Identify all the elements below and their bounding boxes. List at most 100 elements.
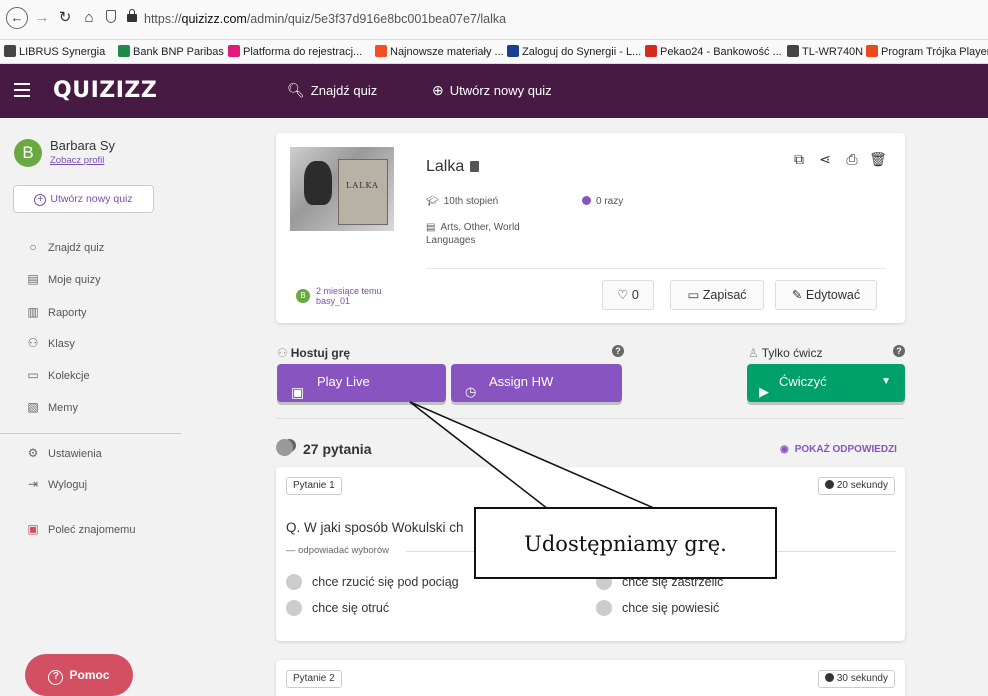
question-card: Pytanie 2 30 sekundy xyxy=(276,660,905,696)
quiz-subjects: ▤ Arts, Other, World Languages xyxy=(426,222,520,246)
find-quiz-link[interactable]: 🔍︎ Znajdź quiz xyxy=(287,82,377,99)
like-button[interactable]: ♡ 0 xyxy=(602,280,654,310)
chart-icon: ▥ xyxy=(27,305,39,319)
practice-help-icon[interactable]: ? xyxy=(893,345,905,357)
sidebar-item-refer[interactable]: ▣ Poleć znajomemu xyxy=(26,522,135,536)
create-quiz-button[interactable]: + Utwórz nowy quiz xyxy=(13,185,154,213)
questions-icon xyxy=(276,439,293,456)
save-button[interactable]: ▭ Zapisać xyxy=(670,280,764,310)
print-icon[interactable]: ⎙ xyxy=(842,151,862,168)
bookmarks-bar: LIBRUS Synergia Bank BNP Paribas Platforma… xyxy=(0,40,988,64)
user-name: Barbara Sy xyxy=(50,138,116,153)
gear-icon: ⚙ xyxy=(27,446,39,460)
bookmark-favicon-icon xyxy=(866,45,878,57)
bookmark-item[interactable]: Najnowsze materiały ... xyxy=(375,45,504,58)
radio-icon xyxy=(286,600,302,616)
answers-label: — odpowiadać wyborów xyxy=(286,545,389,556)
sidebar-item-collections[interactable]: ▭ Kolekcje xyxy=(26,368,89,382)
practice-label: ♙ Tylko ćwicz xyxy=(748,346,823,360)
reload-icon[interactable]: ↻ xyxy=(54,7,76,29)
practice-button[interactable]: ▶ Ćwiczyć ▼ xyxy=(747,364,905,402)
avatar[interactable]: B xyxy=(14,139,42,167)
bookmark-item[interactable]: Bank BNP Paribas xyxy=(118,45,224,58)
sidebar-item-settings[interactable]: ⚙ Ustawienia xyxy=(26,446,102,460)
create-quiz-link[interactable]: ⊕ Utwórz nowy quiz xyxy=(432,82,552,99)
pencil-icon: ✎ xyxy=(791,288,806,302)
assign-hw-button[interactable]: ◷ Assign HW xyxy=(451,364,622,402)
sidebar-item-reports[interactable]: ▥ Raporty xyxy=(26,305,86,319)
question-count: 27 pytania xyxy=(303,441,372,457)
play-live-button[interactable]: ▣ Play Live xyxy=(277,364,446,402)
gift-icon: ▣ xyxy=(27,522,39,536)
shield-icon[interactable] xyxy=(106,10,116,23)
delete-icon[interactable]: 🗑︎ xyxy=(868,151,888,168)
question-time: 30 sekundy xyxy=(817,670,895,688)
sidebar-divider xyxy=(0,433,181,434)
clock-icon xyxy=(824,480,834,489)
quiz-title: Lalka xyxy=(426,158,480,176)
edit-button[interactable]: ✎ Edytować xyxy=(775,280,877,310)
plus-icon: + xyxy=(34,194,47,206)
image-icon: ▧ xyxy=(27,400,39,414)
question-tag: Pytanie 2 xyxy=(286,670,342,688)
card-divider xyxy=(426,268,886,269)
heart-icon: ♡ xyxy=(617,288,632,302)
bookmark-item[interactable]: Platforma do rejestracj... xyxy=(228,45,362,58)
author-avatar[interactable]: B xyxy=(296,289,310,303)
view-profile-link[interactable]: Zobacz profil xyxy=(50,155,104,166)
duplicate-icon[interactable]: ⧉ xyxy=(789,151,809,168)
menu-icon[interactable] xyxy=(14,83,30,97)
forward-icon[interactable]: → xyxy=(31,7,53,29)
home-icon[interactable]: ⌂ xyxy=(78,7,100,29)
document-icon: ▤ xyxy=(27,272,39,286)
folder-icon: ▭ xyxy=(687,288,703,302)
bookmark-item[interactable]: Pekao24 - Bankowość ... xyxy=(645,45,782,58)
quiz-grade: 🎓︎ 10th stopień xyxy=(426,196,499,207)
host-help-icon[interactable]: ? xyxy=(612,345,624,357)
sidebar-item-find-quiz[interactable]: ○ Znajdź quiz xyxy=(26,240,104,254)
bookmark-favicon-icon xyxy=(645,45,657,57)
user-icon: ♙ xyxy=(748,346,759,360)
users-icon: ⚇ xyxy=(27,336,39,350)
play-icon xyxy=(582,196,591,205)
folder-icon: ▭ xyxy=(27,368,39,382)
radio-icon xyxy=(596,600,612,616)
sidebar-item-classes[interactable]: ⚇ Klasy xyxy=(26,336,75,350)
bookmark-favicon-icon xyxy=(4,45,16,57)
answer-choice: chce się powiesić xyxy=(596,600,719,616)
share-icon[interactable]: ⋖ xyxy=(815,151,835,168)
search-icon: 🔍︎ xyxy=(287,82,305,98)
chevron-down-icon[interactable]: ▼ xyxy=(881,364,891,400)
book-icon: ▤ xyxy=(426,222,436,233)
url-bar[interactable]: https://quizizz.com/admin/quiz/5e3f37d91… xyxy=(144,12,506,26)
question-time: 20 sekundy xyxy=(817,477,895,495)
logout-icon: ⇥ xyxy=(27,477,39,491)
quiz-plays: 0 razy xyxy=(582,196,623,207)
bookmark-favicon-icon xyxy=(507,45,519,57)
answer-choice: chce rzucić się pod pociąg xyxy=(286,574,459,590)
clock-icon: ◷ xyxy=(465,384,477,399)
created-time: 2 miesiące temu xyxy=(316,286,382,296)
bookmark-favicon-icon xyxy=(787,45,799,57)
copy-icon[interactable] xyxy=(470,161,480,172)
sidebar-item-logout[interactable]: ⇥ Wyloguj xyxy=(26,477,87,491)
back-icon[interactable]: ← xyxy=(6,7,28,29)
show-answers-button[interactable]: ◉ POKAŻ ODPOWIEDZI xyxy=(780,444,897,455)
author-link[interactable]: basy_01 xyxy=(316,296,350,306)
browser-toolbar: ← → ↻ ⌂ https://quizizz.com/admin/quiz/5… xyxy=(0,0,988,40)
bookmark-favicon-icon xyxy=(375,45,387,57)
bookmark-item[interactable]: Program Trójka Player xyxy=(866,45,988,58)
help-button[interactable]: ? Pomoc xyxy=(25,654,133,696)
clock-icon xyxy=(824,673,834,682)
plus-circle-icon: ⊕ xyxy=(432,82,444,98)
bookmark-item[interactable]: Zaloguj do Synergii - L... xyxy=(507,45,641,58)
sidebar-item-my-quizzes[interactable]: ▤ Moje quizy xyxy=(26,272,100,286)
bookmark-item[interactable]: LIBRUS Synergia xyxy=(4,45,105,58)
quiz-card: LALKA Lalka 🎓︎ 10th stopień 0 razy ▤ Arts,… xyxy=(276,133,905,323)
quizizz-logo[interactable]: QUIZIZZ xyxy=(53,78,157,103)
graduation-cap-icon: 🎓︎ xyxy=(426,196,439,207)
bookmark-item[interactable]: TL-WR740N xyxy=(787,45,863,58)
section-divider xyxy=(276,418,905,419)
lock-icon[interactable] xyxy=(127,9,137,22)
sidebar-item-memes[interactable]: ▧ Memy xyxy=(26,400,78,414)
